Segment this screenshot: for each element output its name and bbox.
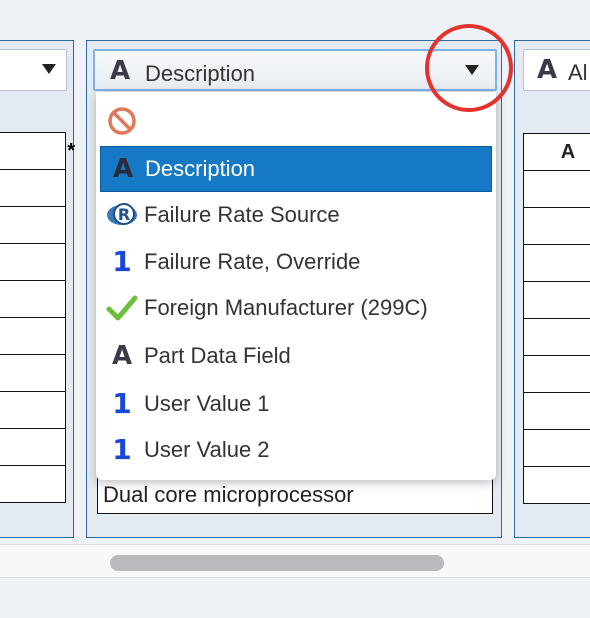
right-header-cell: A xyxy=(523,133,590,171)
text-field-icon: A xyxy=(536,55,558,85)
table-cell[interactable] xyxy=(523,355,590,393)
dropdown-item-part-data-field[interactable]: A Part Data Field xyxy=(100,333,492,379)
table-cell[interactable] xyxy=(0,243,66,281)
table-cell[interactable] xyxy=(523,429,590,467)
right-column-table: A xyxy=(523,133,590,504)
numeric-field-icon: 1 xyxy=(112,433,132,466)
table-cell[interactable] xyxy=(523,392,590,430)
left-header-fragment: * xyxy=(67,139,75,162)
table-cell[interactable] xyxy=(0,280,66,318)
dropdown-item-description[interactable]: A Description xyxy=(100,146,492,192)
scrollbar-thumb[interactable] xyxy=(110,555,444,571)
none-icon xyxy=(100,106,144,136)
right-field-select[interactable]: A Al xyxy=(523,49,590,91)
table-cell[interactable] xyxy=(0,428,66,466)
table-cell[interactable] xyxy=(0,465,66,503)
table-cell[interactable] xyxy=(523,170,590,208)
left-column-table: * xyxy=(0,132,75,503)
left-field-select[interactable] xyxy=(0,49,67,91)
text-field-icon: A xyxy=(109,56,131,86)
dropdown-item-label: Foreign Manufacturer (299C) xyxy=(144,295,428,320)
numeric-field-icon: 1 xyxy=(112,387,132,420)
dropdown-item-label: Part Data Field xyxy=(144,343,291,368)
right-header-fragment: A xyxy=(560,140,576,163)
right-column-panel: A Al A xyxy=(514,40,590,538)
dropdown-item-label: Failure Rate, Override xyxy=(144,249,361,274)
right-select-value: Al xyxy=(568,60,588,85)
left-header-cell: * xyxy=(0,132,75,170)
table-cell[interactable] xyxy=(523,281,590,319)
dropdown-item-label: User Value 1 xyxy=(144,391,270,416)
middle-select-value: Description xyxy=(145,61,256,86)
dropdown-item-user-value-1[interactable]: 1 User Value 1 xyxy=(100,381,492,427)
checkmark-icon xyxy=(100,294,144,322)
text-field-icon: A xyxy=(111,341,133,371)
table-cell[interactable] xyxy=(523,207,590,245)
table-cell[interactable] xyxy=(523,318,590,356)
table-cell[interactable] xyxy=(0,354,66,392)
dropdown-item-label: Failure Rate Source xyxy=(144,202,340,227)
failure-rate-source-icon: R xyxy=(100,200,144,230)
numeric-field-icon: 1 xyxy=(112,245,132,278)
table-cell[interactable] xyxy=(0,317,66,355)
field-dropdown-list: A Description R Failure Rate Source 1 Fa… xyxy=(96,92,496,480)
chevron-down-icon[interactable] xyxy=(42,64,56,74)
description-cell[interactable]: Dual core microprocessor xyxy=(97,476,493,514)
table-cell[interactable] xyxy=(523,244,590,282)
dropdown-item-user-value-2[interactable]: 1 User Value 2 xyxy=(100,427,492,473)
horizontal-scrollbar[interactable] xyxy=(0,544,590,578)
table-cell[interactable] xyxy=(0,391,66,429)
text-field-icon: A xyxy=(112,154,134,184)
dropdown-item-failure-rate-source[interactable]: R Failure Rate Source xyxy=(100,192,492,238)
svg-text:R: R xyxy=(118,205,130,224)
table-cell[interactable] xyxy=(0,169,66,207)
dropdown-item-failure-rate-override[interactable]: 1 Failure Rate, Override xyxy=(100,239,492,285)
dropdown-item-foreign-manufacturer[interactable]: Foreign Manufacturer (299C) xyxy=(100,285,492,331)
dropdown-item-none[interactable] xyxy=(100,98,492,144)
dropdown-item-label: User Value 2 xyxy=(144,437,270,462)
annotation-circle xyxy=(425,24,513,112)
table-cell[interactable] xyxy=(0,206,66,244)
dropdown-item-label: Description xyxy=(145,156,256,181)
table-cell[interactable] xyxy=(523,466,590,504)
